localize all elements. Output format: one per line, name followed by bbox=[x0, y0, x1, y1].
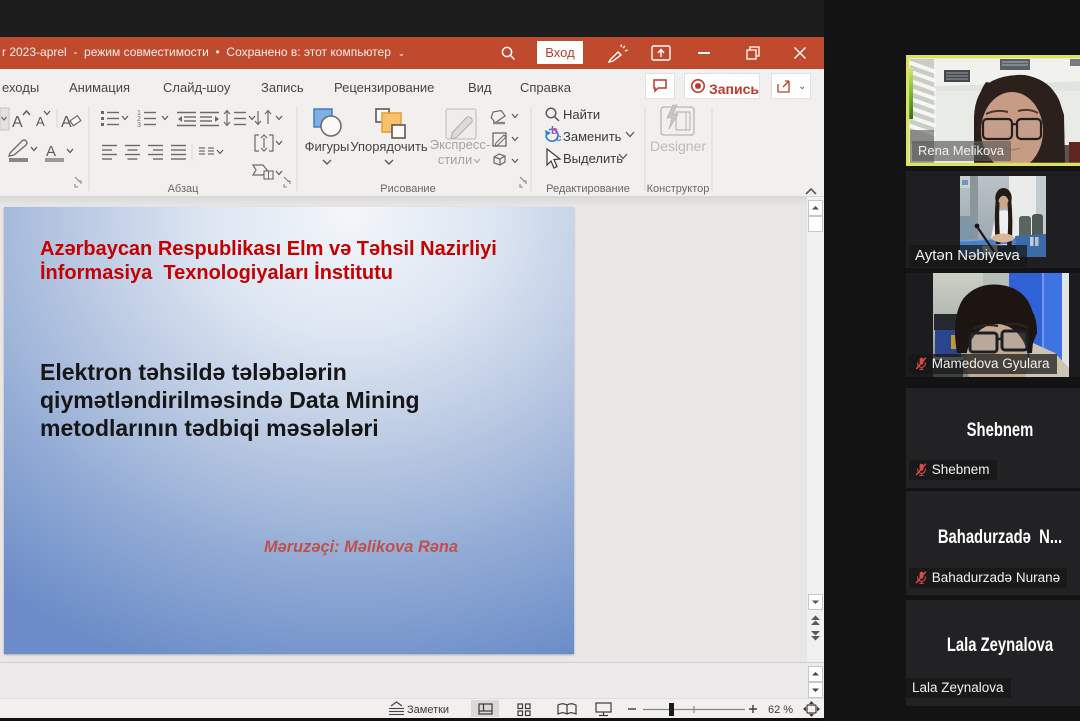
svg-text:Упорядочить: Упорядочить bbox=[350, 139, 428, 154]
svg-text:A: A bbox=[36, 114, 45, 129]
svg-text:стили: стили bbox=[438, 152, 473, 167]
svg-text:A: A bbox=[46, 143, 56, 160]
svg-text:A: A bbox=[12, 114, 23, 131]
svg-text:Найти: Найти bbox=[563, 107, 600, 122]
svg-text:Заменить: Заменить bbox=[563, 129, 622, 144]
svg-text:Заметки: Заметки bbox=[407, 704, 449, 716]
svg-text:A: A bbox=[61, 114, 72, 131]
svg-text:Экспресс-: Экспресс- bbox=[430, 137, 491, 152]
svg-text:Фигуры: Фигуры bbox=[305, 139, 350, 154]
svg-text:Абзац: Абзац bbox=[168, 183, 200, 195]
svg-text:c: c bbox=[556, 133, 562, 144]
svg-text:Конструктор: Конструктор bbox=[647, 183, 710, 195]
svg-text:62 %: 62 % bbox=[768, 704, 793, 716]
svg-text:Designer: Designer bbox=[650, 138, 706, 154]
svg-text:Рисование: Рисование bbox=[380, 183, 435, 195]
svg-text:Редактирование: Редактирование bbox=[546, 183, 630, 195]
svg-text:Выделить: Выделить bbox=[563, 151, 623, 166]
svg-text:3: 3 bbox=[137, 122, 141, 129]
